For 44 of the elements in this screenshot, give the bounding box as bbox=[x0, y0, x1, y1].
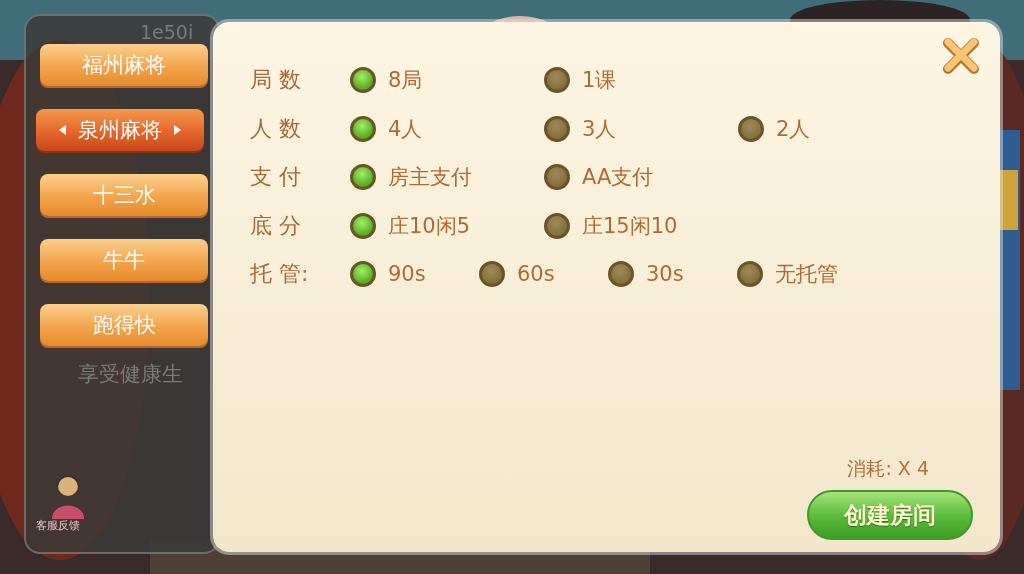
option-text[interactable]: AA支付 bbox=[582, 163, 654, 192]
slogan-text: 享受健康生 bbox=[78, 361, 184, 388]
game-tab[interactable]: 十三水 bbox=[40, 174, 208, 216]
option-text[interactable]: 60s bbox=[517, 262, 555, 287]
create-room-button[interactable]: 创建房间 bbox=[807, 490, 973, 540]
option-text[interactable]: 1课 bbox=[582, 66, 617, 95]
radio-button[interactable] bbox=[737, 261, 763, 288]
option-text[interactable]: 无托管 bbox=[775, 260, 838, 289]
radio-button[interactable] bbox=[544, 115, 570, 142]
option-text[interactable]: 30s bbox=[646, 262, 684, 287]
option-label: 托 管: bbox=[250, 260, 310, 289]
option-text[interactable]: 4人 bbox=[388, 114, 423, 143]
option-text[interactable]: 90s bbox=[388, 262, 426, 287]
radio-button[interactable] bbox=[350, 212, 376, 239]
radio-button[interactable] bbox=[738, 115, 764, 142]
radio-button[interactable] bbox=[350, 67, 376, 94]
option-label: 局 数 bbox=[250, 66, 302, 95]
option-label: 底 分 bbox=[250, 211, 302, 240]
game-tab[interactable]: 泉州麻将 bbox=[36, 109, 204, 151]
support-label[interactable]: 客服反馈 bbox=[36, 519, 80, 532]
radio-button[interactable] bbox=[350, 164, 376, 191]
option-label: 人 数 bbox=[250, 114, 302, 143]
cost-text: 消耗: X 4 bbox=[847, 456, 929, 481]
option-text[interactable]: 庄15闲10 bbox=[582, 211, 678, 240]
radio-button[interactable] bbox=[350, 115, 376, 142]
left-arrow-icon bbox=[59, 125, 66, 135]
option-text[interactable]: 3人 bbox=[582, 114, 617, 143]
user-id-text: 1e50i bbox=[140, 22, 195, 42]
radio-button[interactable] bbox=[608, 261, 634, 288]
option-text[interactable]: 2人 bbox=[776, 114, 811, 143]
right-arrow-icon bbox=[174, 125, 181, 135]
option-label: 支 付 bbox=[250, 163, 302, 192]
game-tab[interactable]: 跑得快 bbox=[40, 304, 208, 346]
close-icon[interactable] bbox=[942, 38, 980, 74]
radio-button[interactable] bbox=[544, 67, 570, 94]
radio-button[interactable] bbox=[544, 212, 570, 239]
radio-button[interactable] bbox=[479, 261, 505, 288]
radio-button[interactable] bbox=[544, 164, 570, 191]
game-tab[interactable]: 牛牛 bbox=[40, 239, 208, 281]
option-text[interactable]: 房主支付 bbox=[388, 163, 472, 192]
option-text[interactable]: 庄10闲5 bbox=[388, 211, 471, 240]
option-text[interactable]: 8局 bbox=[388, 66, 423, 95]
game-tab[interactable]: 福州麻将 bbox=[40, 44, 208, 86]
radio-button[interactable] bbox=[350, 261, 376, 288]
